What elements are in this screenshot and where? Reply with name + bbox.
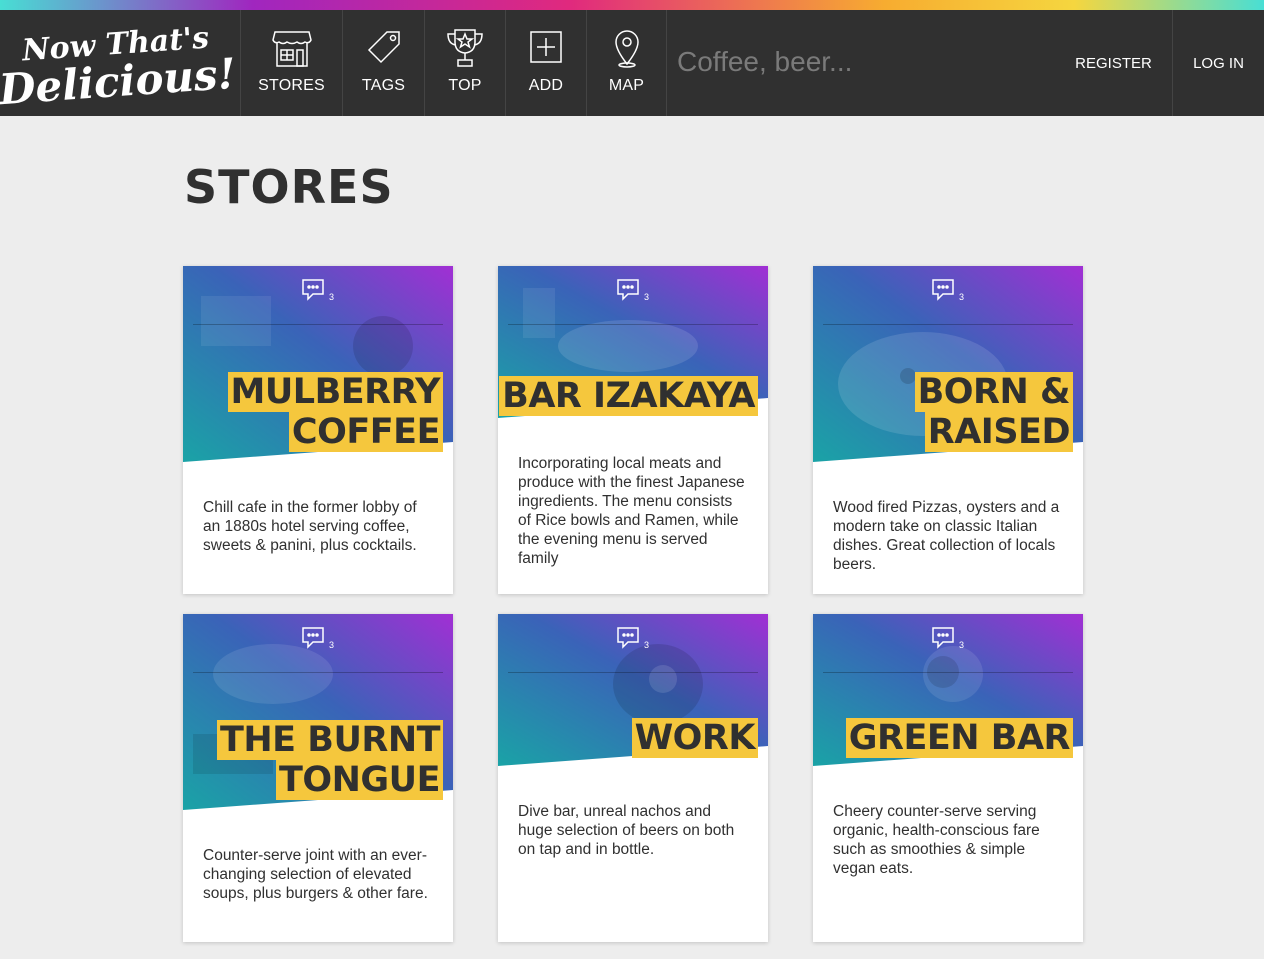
store-card[interactable]: 3 MULBERRY COFFEE Chill cafe in the form… [183,266,453,594]
store-card[interactable]: 3 BORN & RAISED Wood fired Pizzas, oyste… [813,266,1083,594]
store-description: Chill cafe in the former lobby of an 188… [203,499,417,554]
page-title: STORES [184,160,394,214]
store-icon [271,31,312,67]
map-pin-icon [614,30,639,68]
nav-add[interactable]: ADD [505,10,586,116]
store-title[interactable]: THE BURNT TONGUE [217,720,443,801]
review-count: 3 [644,292,650,302]
store-title[interactable]: MULBERRY COFFEE [227,372,443,453]
review-count: 3 [959,292,965,302]
search-box [666,10,1048,116]
store-title-line: COFFEE [288,412,443,453]
store-card[interactable]: 3 THE BURNT TONGUE Counter-serve joint w… [183,614,453,942]
store-card[interactable]: 3 WORK Dive bar, unreal nachos and huge … [498,614,768,942]
store-description: Wood fired Pizzas, oysters and a modern … [833,499,1060,573]
nav-top[interactable]: TOP [424,10,505,116]
review-count: 3 [329,640,335,650]
nav-map-label: MAP [608,77,645,94]
store-description: Incorporating local meats and produce wi… [518,455,745,567]
top-gradient-bar [0,0,1264,10]
login-link[interactable]: LOG IN [1172,10,1264,116]
nav-stores[interactable]: STORES [240,10,342,116]
review-count: 3 [644,640,650,650]
top-navigation: Now That's Delicious! STORES TAGS TOP AD… [0,10,1264,116]
store-title[interactable]: WORK [631,718,758,758]
store-title-line: RAISED [924,412,1073,453]
store-description: Dive bar, unreal nachos and huge selecti… [518,803,735,858]
store-description: Cheery counter-serve serving organic, he… [833,803,1040,877]
store-title-line: GREEN BAR [845,718,1073,758]
store-title-line: BAR IZAKAYA [499,376,758,416]
nav-top-label: TOP [448,77,482,94]
nav-map[interactable]: MAP [586,10,666,116]
card-divider [508,672,758,673]
nav-stores-label: STORES [258,77,325,94]
nav-tags[interactable]: TAGS [342,10,424,116]
site-logo[interactable]: Now That's Delicious! [0,10,240,116]
tag-icon [367,31,400,64]
store-title-line: BORN & [914,372,1073,412]
register-link[interactable]: REGISTER [1055,10,1172,116]
search-input[interactable] [677,40,1037,84]
store-title-line: THE BURNT [217,720,443,760]
nav-tags-label: TAGS [361,77,406,94]
store-description: Counter-serve joint with an ever-changin… [203,847,428,902]
store-title-line: WORK [631,718,758,758]
review-count: 3 [959,640,965,650]
store-title-line: MULBERRY [227,372,443,412]
add-icon [530,31,562,63]
card-divider [823,672,1073,673]
store-title[interactable]: BORN & RAISED [914,372,1073,453]
review-count: 3 [329,292,335,302]
card-divider [193,324,443,325]
card-divider [823,324,1073,325]
store-card[interactable]: 3 GREEN BAR Cheery counter-serve serving… [813,614,1083,942]
store-title[interactable]: GREEN BAR [845,718,1073,758]
card-divider [508,324,758,325]
card-divider [193,672,443,673]
store-title[interactable]: BAR IZAKAYA [499,376,758,416]
trophy-icon [447,29,483,67]
nav-add-label: ADD [528,77,564,94]
store-title-line: TONGUE [276,760,443,801]
store-card[interactable]: 3 BAR IZAKAYA Incorporating local meats … [498,266,768,594]
